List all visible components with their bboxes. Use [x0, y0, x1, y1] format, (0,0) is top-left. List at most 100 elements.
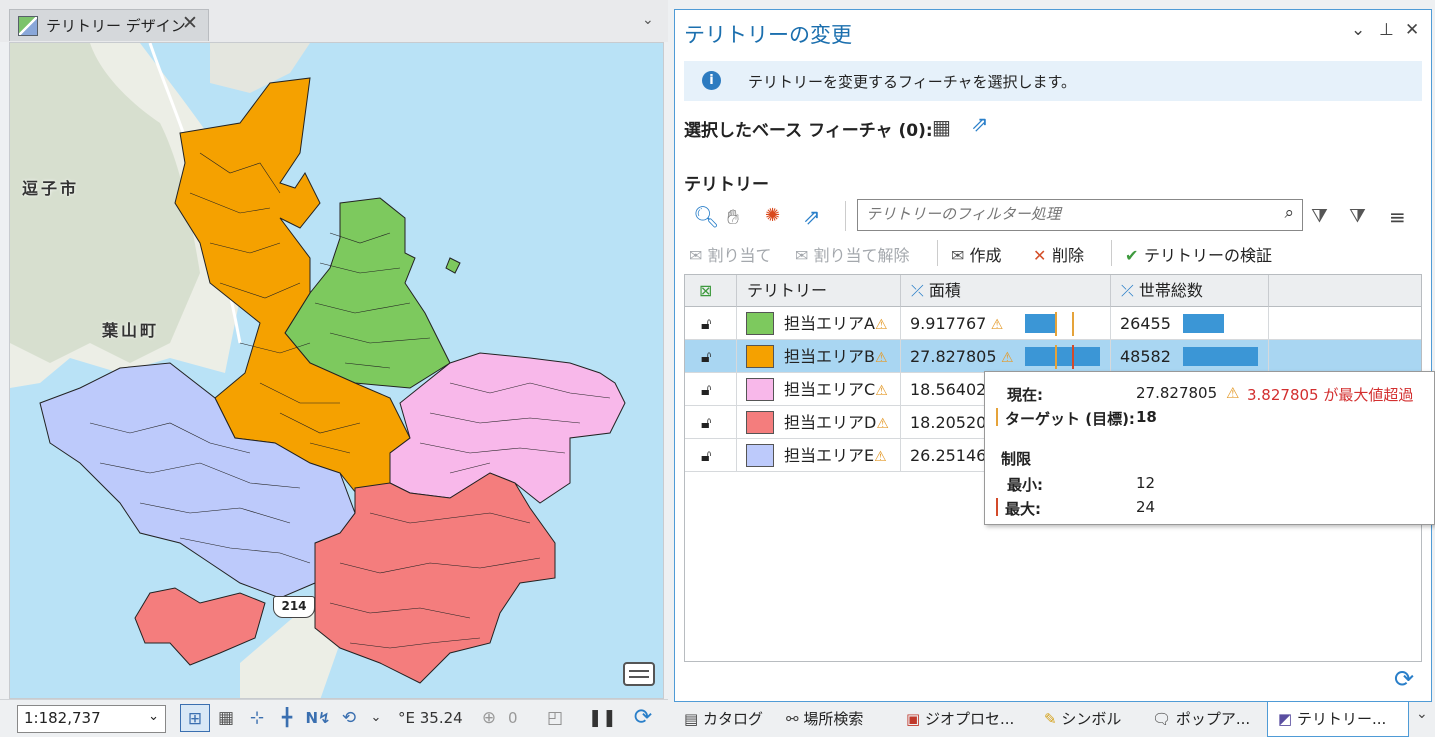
limits-header: 制限: [1001, 450, 1032, 468]
area-cell: 9.917767 ⚠: [901, 307, 1111, 340]
filter-text-input[interactable]: [858, 200, 1258, 228]
color-swatch[interactable]: [746, 311, 774, 335]
chevron-down-icon: ⌄: [148, 709, 159, 724]
close-icon[interactable]: ✕: [1405, 20, 1419, 40]
select-all-checkbox[interactable]: ⊠: [685, 275, 737, 307]
territory-name-cell[interactable]: 担当エリアA⚠: [737, 307, 901, 340]
warning-icon: ⚠: [996, 350, 1014, 366]
chevron-down-icon[interactable]: ⌄: [642, 12, 654, 28]
territory-name-cell[interactable]: 担当エリアD⚠: [737, 406, 901, 439]
empty-cell: [1269, 307, 1421, 340]
unassign-icon: ✉: [795, 246, 814, 265]
area-bar: [1025, 347, 1100, 366]
households-bar: [1183, 347, 1258, 366]
territory-name-cell[interactable]: 担当エリアE⚠: [737, 439, 901, 472]
rotate-icon[interactable]: ⟲: [336, 704, 362, 732]
zoom-icon[interactable]: 🔍︎: [693, 205, 720, 230]
grid-icon[interactable]: ▦: [214, 704, 238, 732]
table-row[interactable]: 🔓︎ 担当エリアA⚠ 9.917767 ⚠ 26455: [685, 307, 1421, 340]
territory-name: 担当エリアA: [784, 314, 875, 333]
close-icon[interactable]: ✕: [182, 12, 198, 34]
refresh-icon[interactable]: ⟳: [1394, 665, 1414, 693]
max-marker: [996, 498, 998, 516]
filter-table-icon[interactable]: ⧩: [1311, 205, 1328, 227]
chevron-down-icon[interactable]: ⌄: [366, 704, 386, 732]
brush-icon: ✎: [1044, 710, 1062, 728]
open-external-icon[interactable]: ⇗: [803, 205, 821, 229]
dock-tab-bar: ▤ カタログ ⚯ 場所検索 ▣ ジオプロセ... ✎ シンボル 🗨︎ ポップア.…: [674, 702, 1435, 737]
validate-button[interactable]: ✔ テリトリーの検証: [1125, 242, 1272, 266]
lock-icon[interactable]: 🔓︎: [685, 340, 737, 373]
crosshair-icon[interactable]: ╋: [274, 704, 300, 732]
pin-icon[interactable]: ⊥: [1379, 20, 1394, 40]
refresh-icon[interactable]: ⟳: [628, 704, 658, 732]
max-tick: [1072, 312, 1074, 336]
tab-popups[interactable]: 🗨︎ ポップア...: [1152, 708, 1250, 729]
north-arrow-icon[interactable]: N↯: [304, 704, 332, 732]
city-label-hayama: 葉山町: [102, 321, 160, 340]
map-canvas[interactable]: 逗子市 葉山町 214: [9, 42, 664, 699]
info-icon: i: [702, 71, 721, 90]
lock-icon[interactable]: 🔓︎: [685, 373, 737, 406]
separator: [1111, 240, 1112, 266]
snapping-icon[interactable]: ⊹: [244, 704, 270, 732]
toolbox-icon: ▣: [906, 710, 925, 728]
color-swatch[interactable]: [746, 344, 774, 368]
delete-button[interactable]: ✕ 削除: [1033, 242, 1084, 266]
warning-icon: ⚠: [874, 317, 888, 333]
territory-d-west[interactable]: [134, 587, 266, 666]
territories-header: テリトリー: [684, 175, 769, 195]
current-value: 27.827805: [1136, 384, 1218, 402]
base-features-label: 選択したベース フィーチャ (0):: [684, 121, 933, 141]
tab-symbology[interactable]: ✎ シンボル: [1044, 708, 1121, 729]
info-message: テリトリーを変更するフィーチャを選択します。: [748, 73, 1077, 91]
table-icon[interactable]: ▦: [932, 115, 951, 139]
column-header-territory[interactable]: テリトリー: [737, 275, 901, 307]
assign-button[interactable]: ✉ 割り当て: [689, 242, 772, 266]
lock-icon[interactable]: 🔓︎: [685, 406, 737, 439]
tab-geoprocessing[interactable]: ▣ ジオプロセ...: [906, 708, 1014, 729]
scale-select[interactable]: 1:182,737 ⌄: [17, 705, 166, 733]
territory-name-cell[interactable]: 担当エリアC⚠: [737, 373, 901, 406]
pause-icon[interactable]: ❚❚: [588, 704, 617, 732]
map-tab[interactable]: テリトリー デザイン ✕: [9, 9, 209, 41]
territory-filter-input[interactable]: ⌕: [857, 199, 1303, 231]
menu-icon[interactable]: ≡: [1389, 205, 1406, 229]
area-value: 26.25146: [910, 446, 987, 465]
column-header-area[interactable]: ⤫ 面積: [901, 275, 1111, 307]
area-cell: 27.827805 ⚠: [901, 340, 1111, 373]
unassign-button[interactable]: ✉ 割り当て解除: [795, 242, 910, 266]
column-header-households[interactable]: ⤫ 世帯総数: [1111, 275, 1269, 307]
open-external-icon[interactable]: ⇗: [971, 112, 989, 136]
chevron-down-icon[interactable]: ⌄: [1416, 706, 1428, 722]
filter-clear-icon[interactable]: ⧩: [1349, 205, 1366, 227]
tab-locate[interactable]: ⚯ 場所検索: [786, 708, 863, 729]
exceed-message: 3.827805 が最大値超過: [1247, 386, 1414, 404]
households-cell: 26455: [1111, 307, 1269, 340]
zoom-selection-icon[interactable]: ⊕: [478, 704, 500, 732]
fixed-zoom-icon[interactable]: ⊞: [180, 704, 210, 732]
tab-catalog[interactable]: ▤ カタログ: [684, 708, 763, 729]
scale-value: 1:182,737: [24, 709, 101, 727]
select-map-icon[interactable]: ◰: [543, 704, 567, 732]
pan-icon[interactable]: ✋︎: [727, 205, 739, 230]
table-row[interactable]: 🔓︎ 担当エリアB⚠ 27.827805 ⚠ 48582: [685, 340, 1421, 373]
territory-name-cell[interactable]: 担当エリアB⚠: [737, 340, 901, 373]
lock-icon[interactable]: 🔓︎: [685, 307, 737, 340]
chevron-down-icon[interactable]: ⌄: [1351, 20, 1365, 40]
lock-icon[interactable]: 🔓︎: [685, 439, 737, 472]
color-swatch[interactable]: [746, 377, 774, 401]
legend-icon[interactable]: [622, 659, 656, 689]
target-value: 18: [1136, 408, 1157, 426]
create-button[interactable]: ✉ 作成: [951, 242, 1002, 266]
tab-territories[interactable]: ◩ テリトリー...: [1278, 708, 1386, 729]
binoculars-icon: ⚯: [786, 710, 804, 728]
catalog-icon: ▤: [684, 710, 703, 728]
area-bar: [1025, 314, 1056, 333]
empty-cell: [1269, 340, 1421, 373]
coordinate-readout: °E 35.24: [398, 709, 463, 727]
color-swatch[interactable]: [746, 410, 774, 434]
color-swatch[interactable]: [746, 443, 774, 467]
selected-count: 0: [508, 709, 518, 727]
flash-icon[interactable]: ✺: [765, 205, 780, 226]
